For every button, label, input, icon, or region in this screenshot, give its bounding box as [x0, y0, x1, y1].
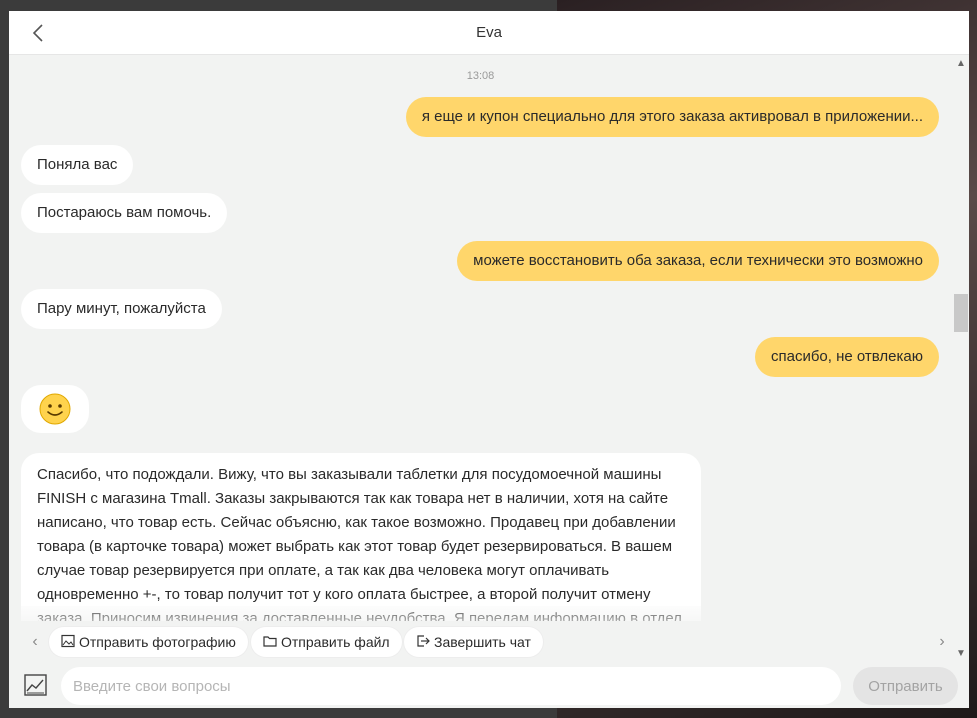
scroll-thumb[interactable] [954, 294, 968, 332]
folder-icon [263, 636, 277, 647]
chart-image-icon [24, 674, 47, 696]
agent-message: Постараюсь вам помочь. [21, 193, 228, 233]
chevron-left-icon[interactable]: ‹ [27, 632, 43, 652]
chevron-right-icon[interactable]: › [934, 632, 950, 652]
chat-title: Eva [476, 24, 502, 41]
user-message: я еще и купон специально для этого заказ… [405, 97, 939, 137]
send-button[interactable]: Отправить [853, 667, 958, 705]
quick-actions-bar: ‹ Отправить фотографию Отправить файл За… [9, 626, 969, 658]
scrollbar[interactable]: ▲ ▼ [952, 55, 969, 665]
agent-message-long: Спасибо, что подождали. Вижу, что вы зак… [21, 453, 701, 621]
user-message: можете восстановить оба заказа, если тех… [457, 241, 939, 281]
send-photo-button[interactable]: Отправить фотографию [49, 627, 248, 657]
message-timestamp: 13:08 [466, 70, 495, 82]
chat-header: Eva [9, 11, 969, 55]
smile-emoji-icon [39, 393, 71, 425]
end-chat-label: Завершить чат [434, 634, 531, 650]
agent-message: Поняла вас [21, 145, 134, 185]
scroll-up-icon[interactable]: ▲ [956, 59, 966, 69]
send-photo-label: Отправить фотографию [79, 634, 236, 650]
chat-window: Eva 13:08 я еще и купон специально для э… [9, 11, 969, 708]
send-file-label: Отправить файл [281, 634, 390, 650]
end-chat-button[interactable]: Завершить чат [404, 627, 543, 657]
agent-message-emoji: 🙂 [21, 385, 89, 433]
image-icon [61, 634, 75, 648]
message-list: 13:08 я еще и купон специально для этого… [9, 55, 952, 621]
attach-image-button[interactable] [24, 674, 47, 696]
agent-message: Пару минут, пожалуйста [21, 289, 222, 329]
message-input[interactable] [61, 667, 841, 705]
exit-icon [417, 635, 430, 647]
send-file-button[interactable]: Отправить файл [251, 627, 402, 657]
composer: Отправить [9, 663, 969, 708]
user-message: спасибо, не отвлекаю [755, 337, 939, 377]
